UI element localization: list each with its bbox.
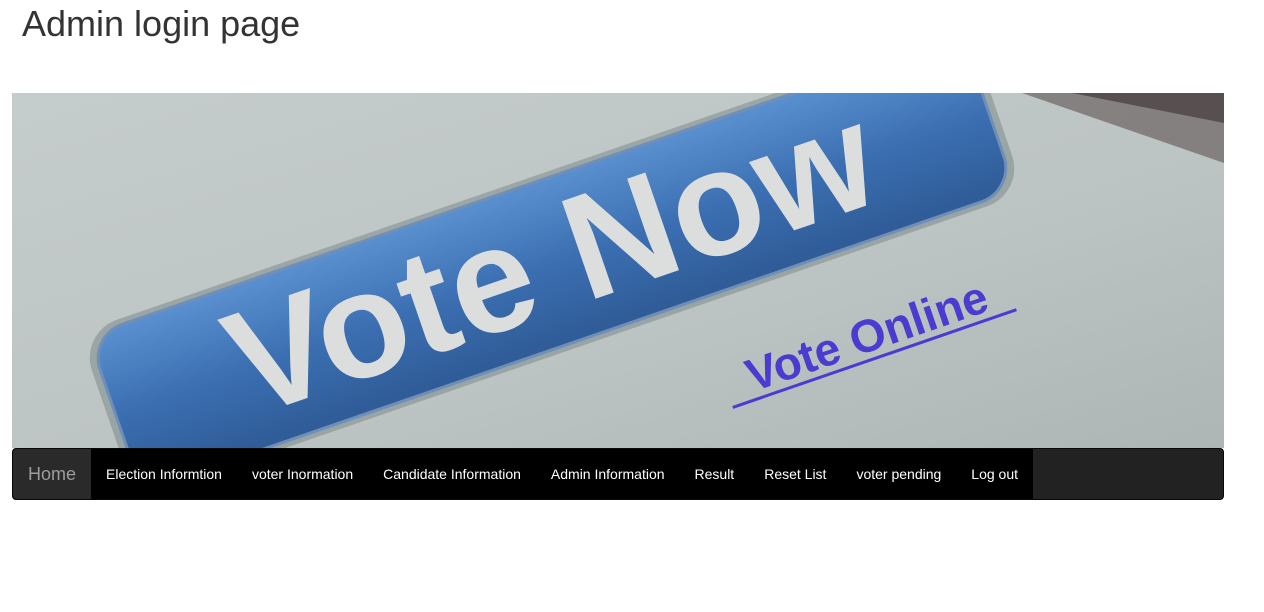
vote-now-banner-image: Vote Now Vote Online <box>12 93 1224 448</box>
main-navbar: Home Election Informtion voter Inormatio… <box>12 448 1224 500</box>
page-title: Admin login page <box>22 3 301 44</box>
nav-item-voter-pending[interactable]: voter pending <box>841 449 956 499</box>
nav-item-candidate-information[interactable]: Candidate Information <box>368 449 536 499</box>
nav-item-admin-information[interactable]: Admin Information <box>536 449 680 499</box>
nav-item-election-information[interactable]: Election Informtion <box>91 449 237 499</box>
nav-item-log-out[interactable]: Log out <box>956 449 1033 499</box>
nav-item-home[interactable]: Home <box>13 449 92 499</box>
nav-item-reset-list[interactable]: Reset List <box>749 449 841 499</box>
nav-item-voter-information[interactable]: voter Inormation <box>237 449 368 499</box>
nav-list: Home Election Informtion voter Inormatio… <box>13 449 1034 499</box>
navbar-fill <box>1033 449 1223 499</box>
nav-item-result[interactable]: Result <box>680 449 750 499</box>
